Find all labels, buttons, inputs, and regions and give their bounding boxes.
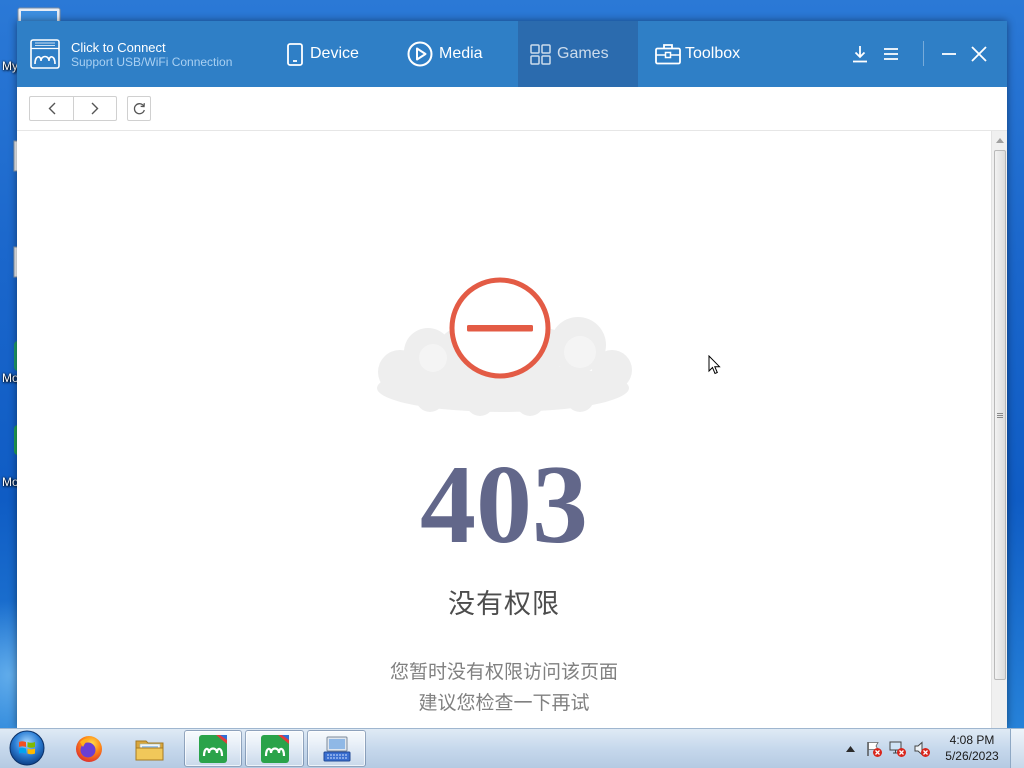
keyboard-app-icon: [323, 736, 350, 761]
taskbar-file-explorer[interactable]: [123, 730, 177, 767]
firefox-icon: [76, 735, 102, 762]
refresh-button[interactable]: [127, 96, 151, 121]
app-icon: [260, 734, 289, 763]
browser-toolbar: [17, 87, 1007, 131]
error-page: 403 没有权限 您暂时没有权限访问该页面 建议您检查一下再试: [17, 131, 991, 728]
refresh-icon: [133, 103, 145, 115]
toolbox-icon: [655, 44, 681, 65]
scroll-grip: [997, 413, 1003, 414]
tab-games-label: Games: [557, 45, 609, 62]
download-icon[interactable]: [852, 45, 868, 63]
connect-device-button[interactable]: Click to Connect Support USB/WiFi Connec…: [25, 31, 250, 77]
close-icon[interactable]: [971, 46, 987, 62]
vertical-scrollbar[interactable]: [991, 131, 1007, 728]
tab-media[interactable]: Media: [398, 21, 518, 87]
app-window: Click to Connect Support USB/WiFi Connec…: [17, 21, 1007, 728]
phone-icon: [287, 42, 303, 66]
tab-device[interactable]: Device: [278, 21, 398, 87]
show-desktop-button[interactable]: [1010, 729, 1024, 768]
error-message: 您暂时没有权限访问该页面: [389, 661, 618, 683]
windows-start-icon[interactable]: [8, 729, 46, 767]
app-icon: [199, 734, 227, 763]
forbidden-icon: [449, 277, 551, 379]
scroll-up-arrow-icon[interactable]: [996, 138, 1004, 143]
error-suggestion: 建议您检查一下再试: [418, 692, 590, 714]
taskbar: 4:08 PM 5/26/2023: [0, 728, 1024, 768]
network-disconnected-icon[interactable]: [889, 740, 907, 758]
taskbar-keyboard-app[interactable]: [307, 730, 366, 767]
volume-muted-icon[interactable]: [913, 740, 931, 758]
clock-date: 5/26/2023: [945, 749, 999, 763]
tab-media-label: Media: [439, 45, 483, 62]
minimize-icon[interactable]: [942, 48, 956, 62]
clock-time: 4:08 PM: [949, 733, 995, 747]
error-code: 403: [420, 443, 588, 567]
history-nav: [29, 96, 117, 121]
show-hidden-icons-icon[interactable]: [846, 746, 855, 752]
scroll-thumb[interactable]: [994, 150, 1006, 680]
chevron-left-icon: [48, 102, 55, 115]
title-bar: Click to Connect Support USB/WiFi Connec…: [17, 21, 1007, 87]
play-circle-icon: [407, 41, 433, 67]
mouse-cursor: [708, 355, 721, 375]
folder-icon: [135, 740, 164, 760]
system-clock[interactable]: 4:08 PM 5/26/2023: [940, 732, 1004, 764]
menu-icon[interactable]: [884, 47, 898, 61]
back-button[interactable]: [30, 97, 73, 120]
tab-device-label: Device: [310, 45, 359, 62]
desktop-icon-label[interactable]: My: [2, 59, 18, 73]
scroll-grip: [997, 415, 1003, 416]
tab-games[interactable]: Games: [518, 21, 638, 87]
device-connect-icon: [30, 39, 60, 69]
grid-icon: [530, 43, 551, 65]
error-title: 没有权限: [448, 589, 560, 620]
taskbar-app-window-1[interactable]: [184, 730, 242, 767]
connect-title: Click to Connect: [71, 40, 166, 55]
taskbar-app-window-2[interactable]: [245, 730, 304, 767]
taskbar-firefox[interactable]: [62, 730, 116, 767]
tab-toolbox[interactable]: Toolbox: [638, 21, 758, 87]
chevron-right-icon: [91, 102, 99, 115]
connect-subtitle: Support USB/WiFi Connection: [71, 55, 233, 69]
scroll-grip: [997, 417, 1003, 418]
tab-toolbox-label: Toolbox: [685, 45, 741, 62]
title-bar-divider: [923, 41, 924, 66]
forward-button[interactable]: [73, 97, 116, 120]
action-center-alert-icon[interactable]: [865, 740, 883, 758]
